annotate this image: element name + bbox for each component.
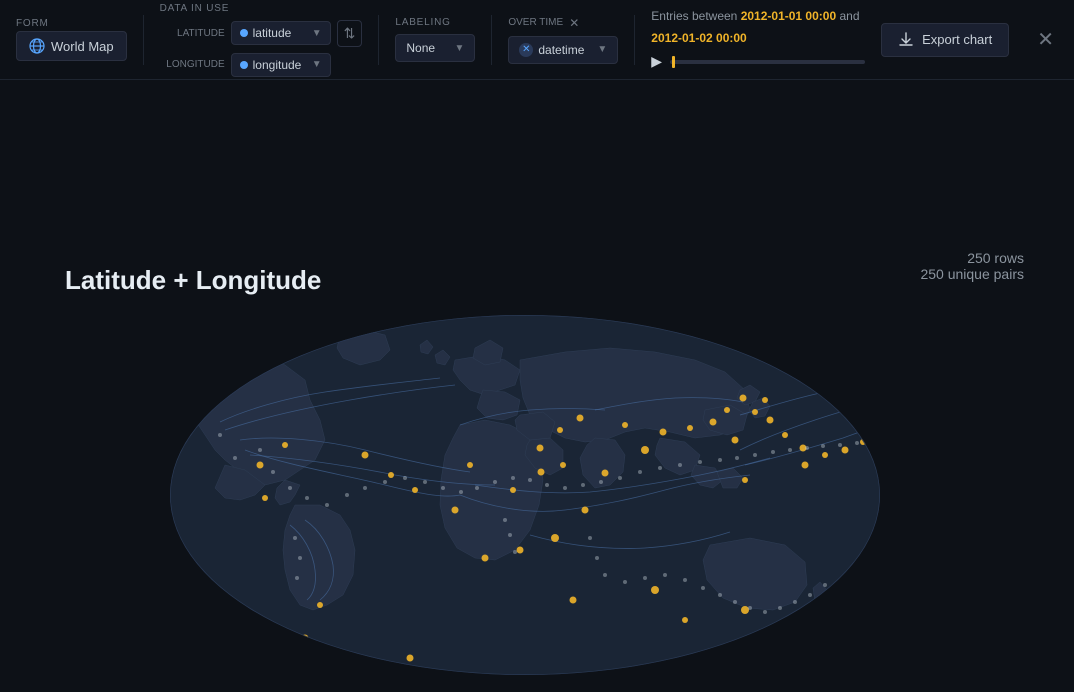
chip-dot-lat — [240, 29, 248, 37]
lat-arrow-icon: ▼ — [312, 28, 322, 39]
divider-2 — [378, 15, 379, 65]
download-icon — [898, 32, 914, 48]
entries-prefix: Entries between — [651, 9, 737, 23]
labeling-section: LABELING None ▼ — [395, 17, 475, 62]
progress-thumb — [672, 56, 675, 68]
overtime-header: OVER TIME ✕ — [508, 16, 618, 30]
date-end: 2012-01-02 00:00 — [651, 31, 746, 45]
export-button[interactable]: Export chart — [881, 23, 1009, 57]
longitude-label: LONGITUDE — [160, 59, 225, 70]
progress-track[interactable] — [670, 60, 865, 64]
datetime-dot: ✕ — [519, 43, 533, 57]
divider-3 — [491, 15, 492, 65]
entries-section: Entries between 2012-01-01 00:00 and 201… — [651, 9, 865, 70]
world-map-button[interactable]: World Map — [16, 31, 127, 61]
longitude-value: longitude — [253, 58, 302, 72]
world-map-label: World Map — [51, 39, 114, 54]
toolbar: FORM World Map DATA IN USE LATITUDE lati… — [0, 0, 1074, 80]
longitude-dropdown[interactable]: longitude ▼ — [231, 53, 331, 77]
latitude-value: latitude — [253, 26, 292, 40]
longitude-row: LONGITUDE longitude ▼ — [160, 53, 363, 77]
labeling-value: None — [406, 41, 435, 55]
labeling-arrow-icon: ▼ — [454, 43, 464, 54]
map-title: Latitude + Longitude — [65, 265, 321, 296]
data-in-use-label: DATA IN USE — [160, 3, 363, 14]
play-button[interactable]: ▶ — [651, 53, 662, 70]
datetime-arrow-icon: ▼ — [597, 44, 607, 55]
latitude-dropdown[interactable]: latitude ▼ — [231, 21, 331, 45]
stats-area: 250 rows 250 unique pairs — [920, 250, 1024, 282]
close-button[interactable]: ✕ — [1033, 23, 1058, 56]
entries-text: Entries between 2012-01-01 00:00 and — [651, 9, 865, 23]
overtime-label: OVER TIME — [508, 17, 563, 28]
and-text: and — [839, 9, 859, 23]
datetime-value: datetime — [538, 43, 584, 57]
unique-pairs-stat: 250 unique pairs — [920, 266, 1024, 282]
latitude-label: LATITUDE — [160, 28, 225, 39]
globe-icon — [29, 38, 45, 54]
latitude-row: LATITUDE latitude ▼ ⇅ — [160, 20, 363, 47]
labeling-label: LABELING — [395, 17, 475, 28]
labeling-dropdown[interactable]: None ▼ — [395, 34, 475, 62]
form-section: FORM World Map — [16, 18, 127, 61]
overtime-section: OVER TIME ✕ ✕ datetime ▼ — [508, 16, 618, 64]
chip-dot-lon — [240, 61, 248, 69]
export-label: Export chart — [922, 32, 992, 47]
map-container — [165, 310, 885, 680]
form-label: FORM — [16, 18, 127, 29]
rows-stat: 250 rows — [920, 250, 1024, 266]
world-map-svg — [165, 310, 885, 680]
overtime-close-icon[interactable]: ✕ — [569, 16, 579, 30]
data-in-use-section: DATA IN USE LATITUDE latitude ▼ ⇅ LONGIT… — [160, 3, 363, 77]
entries-text-2: 2012-01-02 00:00 — [651, 31, 865, 45]
lon-arrow-icon: ▼ — [312, 59, 322, 70]
main-content: Latitude + Longitude 250 rows 250 unique… — [0, 80, 1074, 692]
datetime-dropdown[interactable]: ✕ datetime ▼ — [508, 36, 618, 64]
timeline-bar: ▶ — [651, 53, 865, 70]
date-start: 2012-01-01 00:00 — [741, 9, 836, 23]
divider-1 — [143, 15, 144, 65]
swap-button[interactable]: ⇅ — [337, 20, 363, 47]
divider-4 — [634, 15, 635, 65]
